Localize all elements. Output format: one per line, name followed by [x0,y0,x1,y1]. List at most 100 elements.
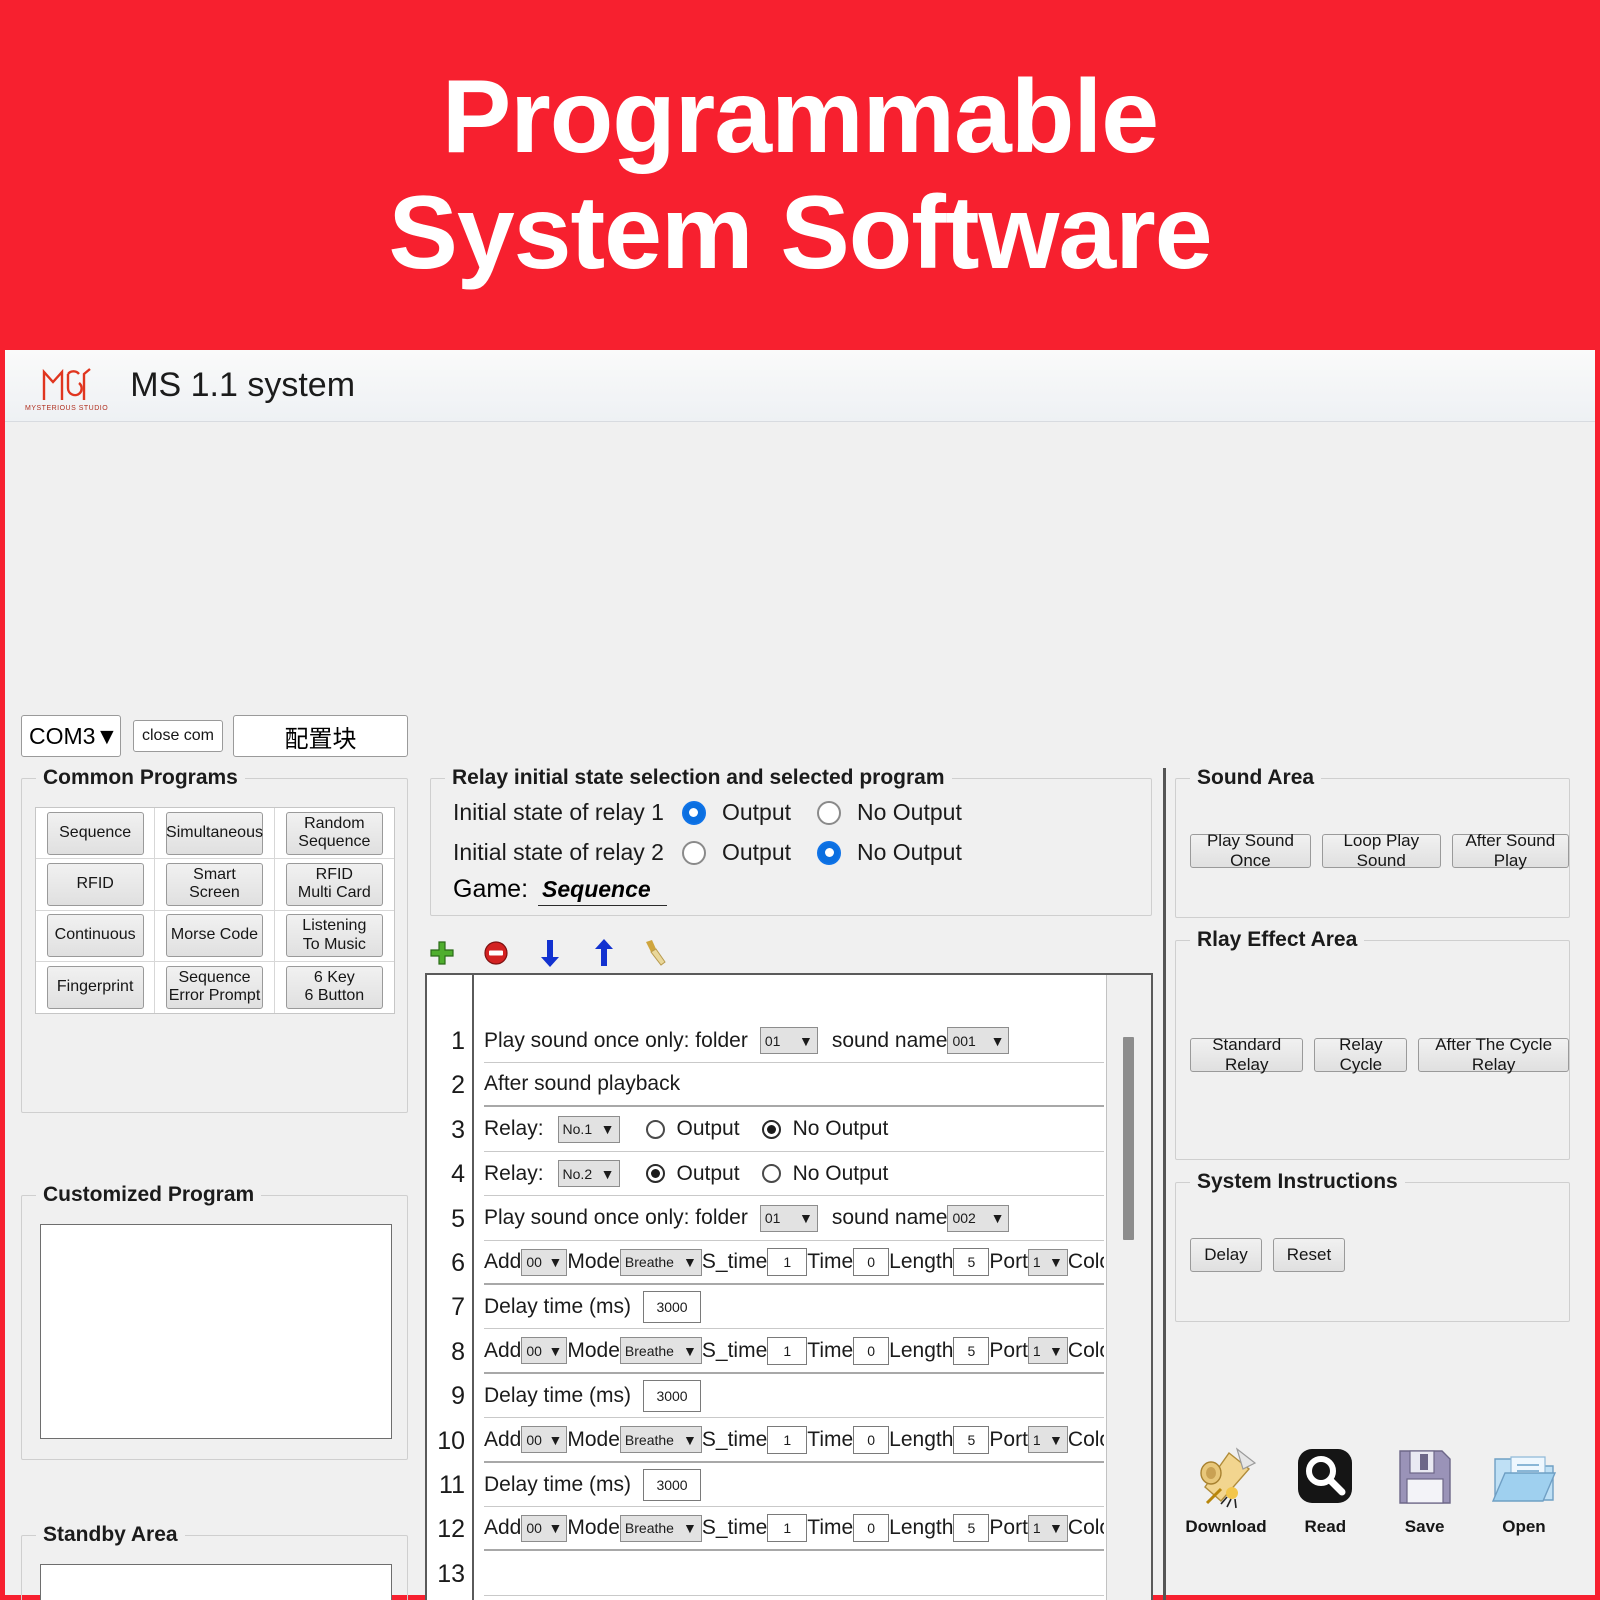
row-output-radio[interactable] [645,1119,665,1139]
program-row[interactable]: Relay: No.2 ▼ Output No Output [484,1152,1104,1197]
length-input[interactable]: 5 [953,1425,990,1454]
common-program-button[interactable]: RFID [46,862,144,906]
list-scrollbar[interactable] [1106,975,1151,1600]
common-program-button[interactable]: RFID Multi Card [285,862,383,906]
program-row[interactable]: Delay time (ms) 3000 [484,1374,1104,1419]
folder-select[interactable]: 01 ▼ [759,1204,818,1232]
add-select[interactable]: 00 ▼ [521,1514,568,1542]
common-program-button[interactable]: Sequence Error Prompt [165,965,263,1009]
folder-select[interactable]: 01 ▼ [759,1027,818,1054]
stime-label: S_time [701,1516,768,1540]
row-output-radio[interactable] [645,1164,665,1184]
sound-area-button[interactable]: Loop Play Sound [1321,831,1441,870]
common-program-button[interactable]: Simultaneous [165,811,263,855]
common-program-button[interactable]: Listening To Music [285,914,383,958]
save-button[interactable]: Save [1379,1445,1471,1537]
program-row[interactable]: Add 00 ▼ Mode Breathe ▼ S_time 1 Time 0 Length 5 Por… [484,1241,1104,1285]
delay-input[interactable]: 3000 [643,1290,702,1323]
stime-input[interactable]: 1 [767,1425,808,1454]
mode-select[interactable]: Breathe ▼ [619,1426,702,1454]
sound-name-select[interactable]: 002 ▼ [947,1204,1010,1232]
common-program-button[interactable]: Random Sequence [285,811,383,855]
mode-select[interactable]: Breathe ▼ [619,1248,702,1276]
com-port-select[interactable]: COM3 ▼ [21,715,121,757]
program-row[interactable]: After sound playback [484,1063,1104,1108]
standby-area-list[interactable] [40,1564,392,1600]
relay1-no-output-radio[interactable] [817,800,841,825]
stime-input[interactable]: 1 [767,1514,808,1543]
time-input[interactable]: 0 [853,1514,890,1543]
program-row[interactable]: Delay time (ms) 3000 [484,1285,1104,1330]
download-button[interactable]: Download [1180,1445,1272,1537]
program-row[interactable]: Add 00 ▼ Mode Breathe ▼ S_time 1 Time 0 Length 5 Por… [484,1419,1104,1463]
relay2-no-output-radio[interactable] [817,840,841,865]
system-instruction-button[interactable]: Reset [1273,1238,1345,1272]
read-label: Read [1304,1517,1347,1536]
program-row[interactable]: Relay: No.1 ▼ Output No Output [484,1108,1104,1152]
port-select[interactable]: 1 ▼ [1027,1514,1068,1542]
common-program-cell: Continuous [36,910,156,962]
program-row[interactable] [484,1552,1104,1596]
row-no-output-radio[interactable] [761,1119,781,1139]
relay-effect-button[interactable]: After The Cycle Relay [1418,1035,1569,1074]
sound-area-button[interactable]: Play Sound Once [1190,831,1311,870]
common-program-button[interactable]: Smart Screen [165,862,263,906]
move-down-icon[interactable] [535,938,565,968]
add-icon[interactable] [427,938,457,968]
relay-effect-button[interactable]: Standard Relay [1190,1035,1304,1074]
delay-input[interactable]: 3000 [643,1379,702,1412]
download-label: Download [1185,1517,1267,1536]
add-select[interactable]: 00 ▼ [521,1426,568,1454]
time-input[interactable]: 0 [853,1425,890,1454]
sound-area-button[interactable]: After Sound Play [1451,831,1569,870]
row-no-output-radio[interactable] [761,1164,781,1184]
common-program-button[interactable]: Sequence [46,811,144,855]
time-input[interactable]: 0 [853,1336,890,1365]
port-select[interactable]: 1 ▼ [1027,1337,1068,1365]
length-input[interactable]: 5 [953,1514,990,1543]
relay2-output-radio[interactable] [681,840,706,865]
delay-input[interactable]: 3000 [643,1468,702,1501]
app-logo: MYSTERIOUS STUDIO [25,360,108,412]
common-program-button[interactable]: Fingerprint [46,965,144,1009]
common-program-cell: Listening To Music [274,911,394,962]
stime-input[interactable]: 1 [767,1336,808,1365]
length-input[interactable]: 5 [953,1336,990,1365]
common-program-button[interactable]: Continuous [46,914,144,958]
relay-effect-button[interactable]: Relay Cycle [1314,1035,1408,1074]
standby-area-legend: Standby Area [36,1523,185,1547]
port-select[interactable]: 1 ▼ [1027,1426,1068,1454]
relay-select[interactable]: No.1 ▼ [557,1115,620,1143]
system-instruction-button[interactable]: Delay [1190,1238,1262,1272]
config-block-button[interactable]: 配置块 [233,715,408,757]
add-select[interactable]: 00 ▼ [521,1337,568,1365]
length-input[interactable]: 5 [953,1248,990,1276]
program-row[interactable]: Delay time (ms) 3000 [484,1463,1104,1507]
move-up-icon[interactable] [589,938,619,968]
sound-name-select-value: 002 [952,1210,976,1227]
port-select[interactable]: 1 ▼ [1027,1248,1068,1276]
mode-select[interactable]: Breathe ▼ [619,1514,702,1542]
open-button[interactable]: Open [1478,1445,1570,1537]
customized-program-list[interactable] [40,1224,392,1439]
remove-icon[interactable] [481,938,511,968]
relay-select[interactable]: No.2 ▼ [557,1160,620,1188]
clear-icon[interactable] [643,938,673,968]
mode-select[interactable]: Breathe ▼ [619,1337,702,1365]
time-input[interactable]: 0 [853,1248,890,1276]
row-number: 8 [451,1337,465,1366]
close-com-button[interactable]: close com [133,720,223,752]
program-row[interactable]: Play sound once only: folder 01 ▼ sound nam… [484,1019,1104,1063]
common-program-button[interactable]: Morse Code [165,914,263,958]
stime-input[interactable]: 1 [767,1248,808,1276]
program-row[interactable] [484,1596,1104,1600]
add-select[interactable]: 00 ▼ [521,1248,568,1276]
program-row[interactable]: Add 00 ▼ Mode Breathe ▼ S_time 1 Time 0 Length 5 Por… [484,1507,1104,1552]
read-button[interactable]: Read [1279,1445,1371,1537]
common-program-button[interactable]: 6 Key 6 Button [285,965,383,1009]
program-row[interactable]: Play sound once only: folder 01 ▼ sound nam… [484,1197,1104,1241]
list-scrollbar-thumb[interactable] [1123,1037,1134,1240]
sound-name-select[interactable]: 001 ▼ [947,1027,1010,1054]
program-row[interactable]: Add 00 ▼ Mode Breathe ▼ S_time 1 Time 0 Length 5 Por… [484,1330,1104,1374]
relay1-output-radio[interactable] [681,800,706,825]
